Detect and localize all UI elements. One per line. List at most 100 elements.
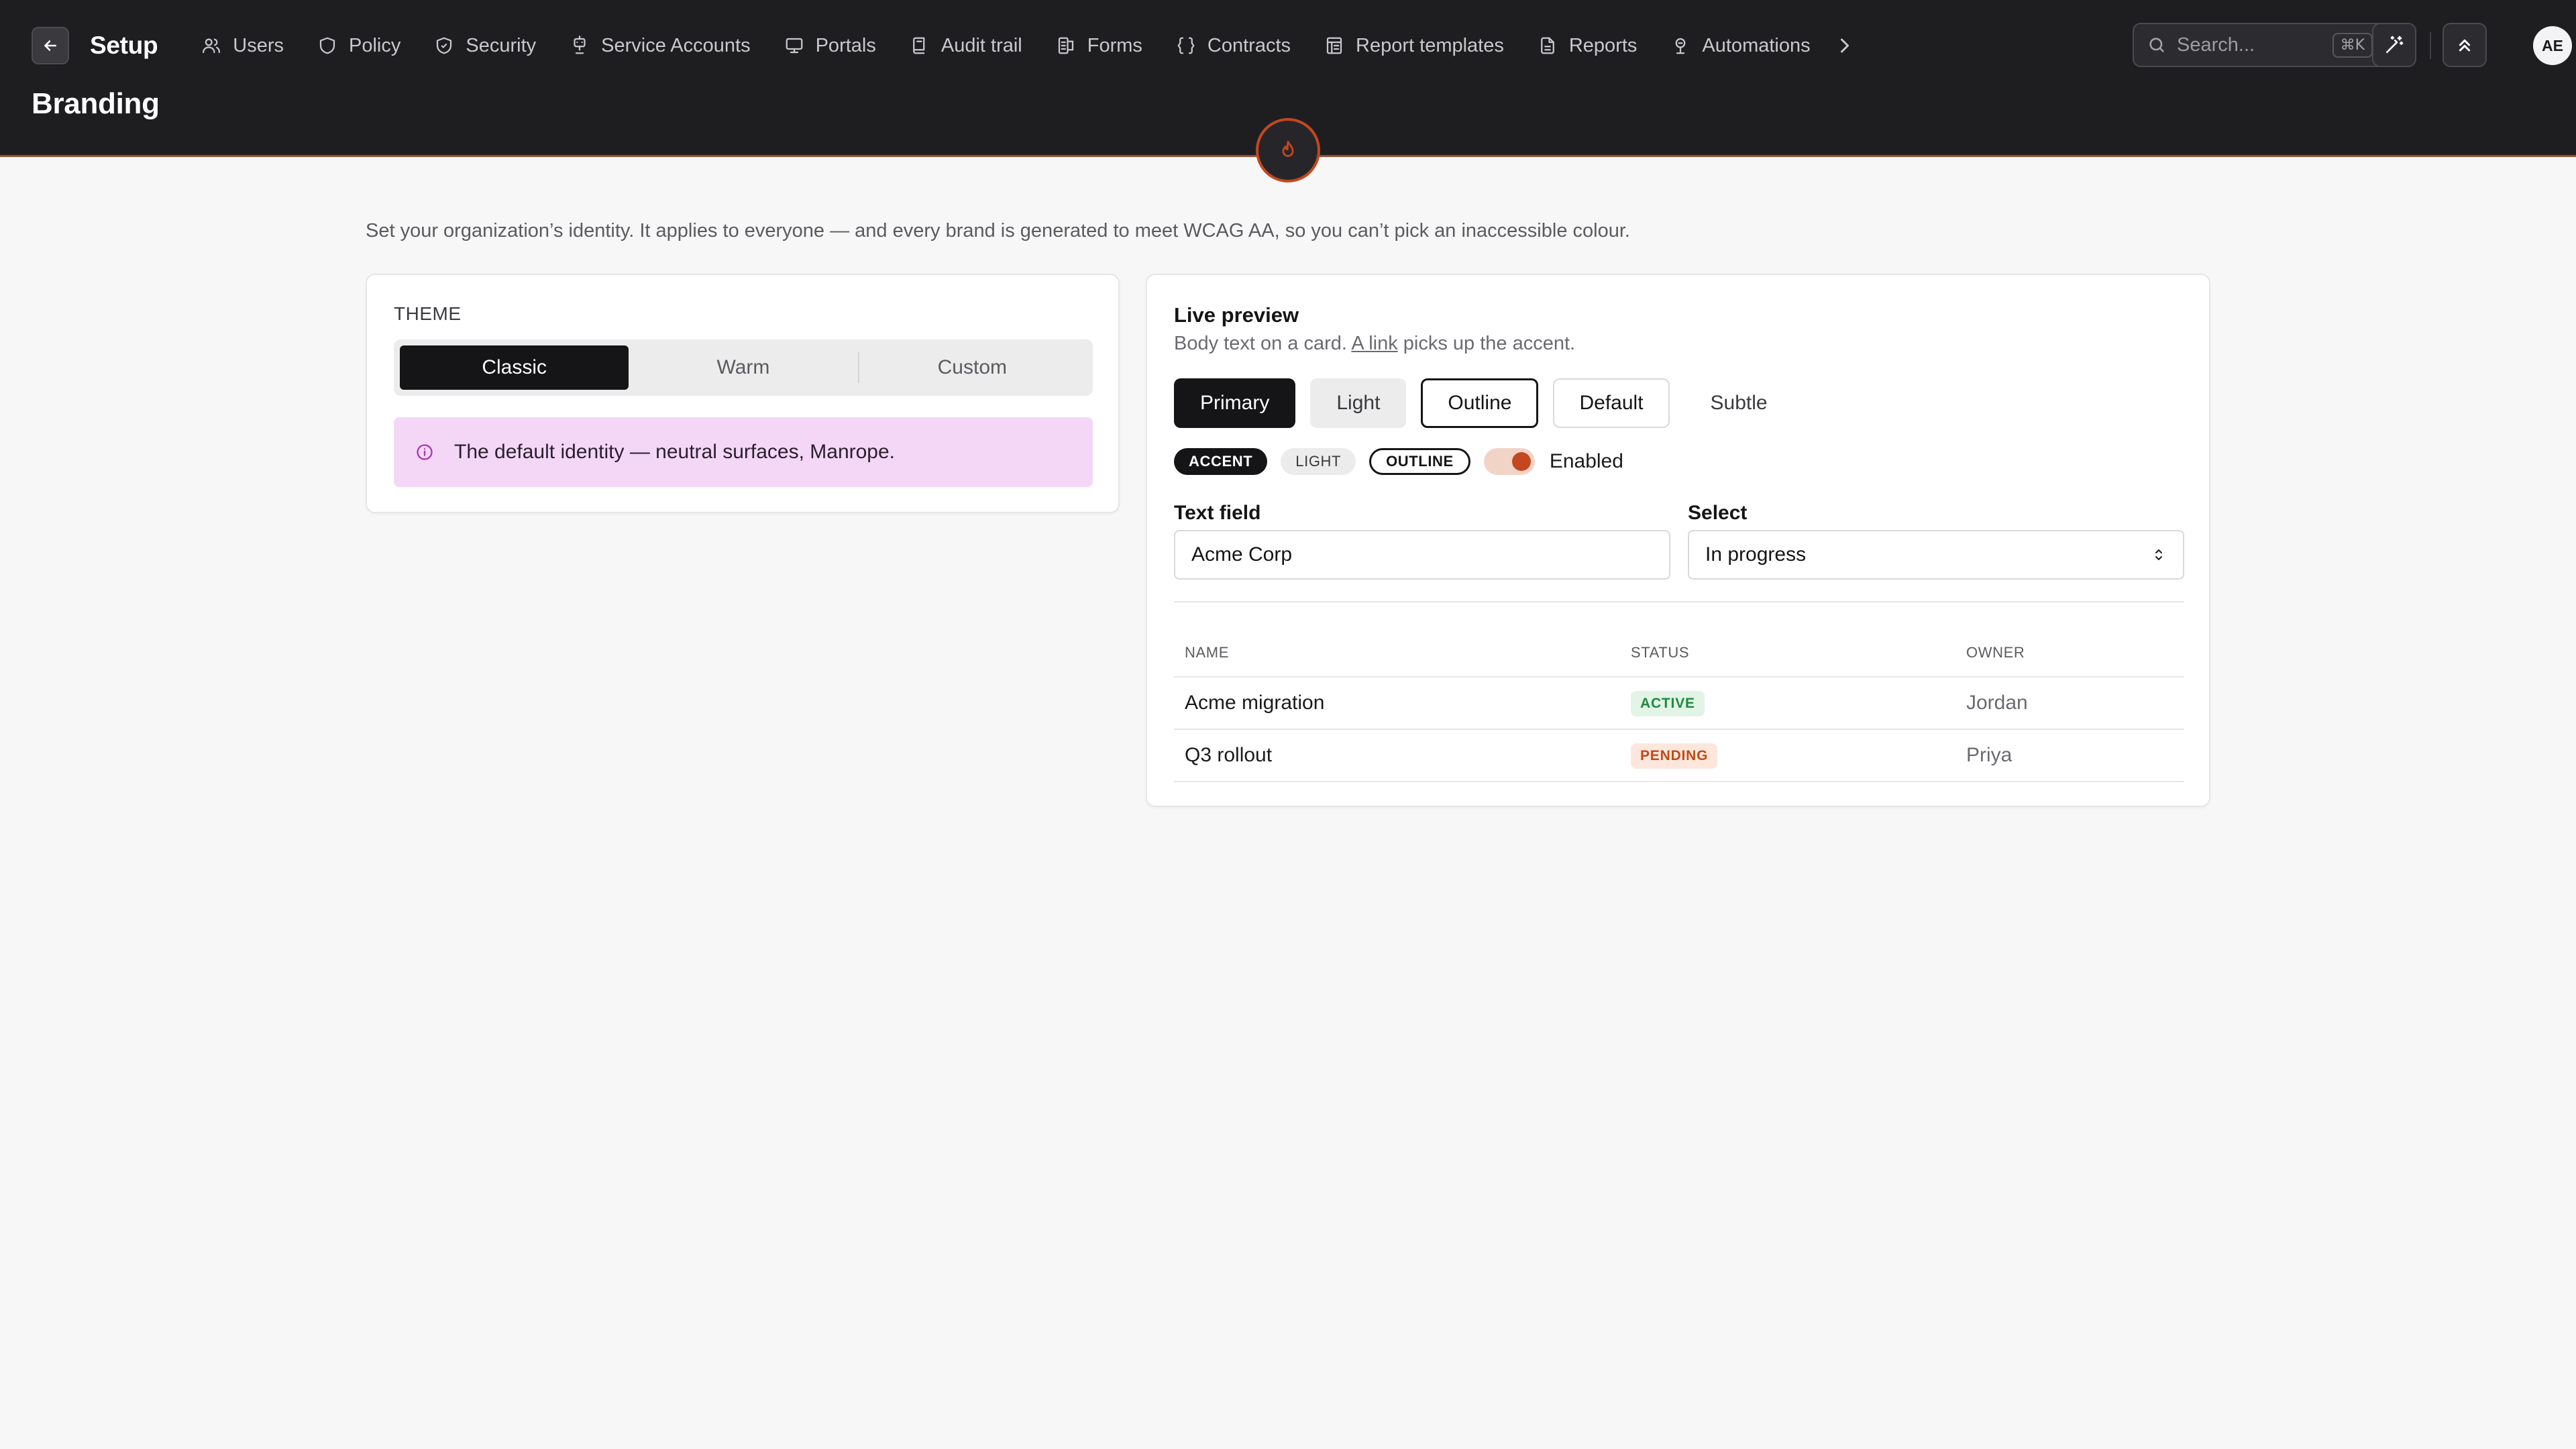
nav-item-policy[interactable]: Policy (301, 23, 417, 68)
select-value: In progress (1705, 543, 1807, 566)
row-status-cell: PENDING (1620, 743, 1955, 769)
preview-title: Live preview (1174, 303, 1299, 327)
theme-label: THEME (394, 303, 462, 324)
brand-mark[interactable] (1256, 118, 1320, 182)
security-shield-icon (437, 37, 452, 54)
nav-item-security[interactable]: Security (417, 23, 553, 68)
nav-item-label: Reports (1568, 34, 1638, 56)
page-title: Branding (32, 87, 160, 120)
magic-wand-button[interactable] (2372, 23, 2416, 67)
nav-item-reports[interactable]: Reports (1521, 23, 1654, 68)
theme-description: The default identity — neutral surfaces,… (394, 417, 1093, 487)
table-row[interactable]: Acme migration ACTIVE Jordan (1174, 678, 2184, 730)
search-input[interactable]: Search... ⌘K (2133, 23, 2387, 67)
nav-item-contracts[interactable]: Contracts (1159, 23, 1307, 68)
nav-item-portals[interactable]: Portals (767, 23, 893, 68)
default-button[interactable]: Default (1553, 378, 1670, 428)
nav-item-label: Policy (349, 34, 401, 56)
primary-button[interactable]: Primary (1174, 378, 1296, 428)
preview-divider (1174, 601, 2184, 602)
search-placeholder: Search... (2177, 34, 2255, 56)
intro-text: Set your organization’s identity. It app… (366, 220, 1630, 241)
text-field-value: Acme Corp (1191, 543, 1293, 566)
magic-wand-icon (2386, 36, 2404, 53)
nav-item-label: Report templates (1356, 34, 1504, 56)
nav-item-label: Security (466, 34, 537, 56)
preview-table: NAME STATUS OWNER Acme migration ACTIVE … (1174, 629, 2184, 782)
toggle-knob (1511, 452, 1531, 471)
status-badge: PENDING (1631, 743, 1718, 769)
theme-option-classic[interactable]: Classic (400, 345, 629, 390)
preview-link[interactable]: A link (1351, 333, 1397, 354)
back-button[interactable] (32, 27, 69, 64)
text-field-label: Text field (1174, 502, 1261, 524)
nav-item-audit-trail[interactable]: Audit trail (893, 23, 1039, 68)
row-name: Acme migration (1185, 692, 1325, 714)
users-icon (203, 38, 221, 54)
top-header: Setup Users Policy Security Service Acco… (0, 0, 2576, 182)
live-preview-card: Live preview Body text on a card. A link… (1146, 274, 2210, 807)
chevron-right-icon[interactable] (1833, 34, 1857, 58)
subtle-button[interactable]: Subtle (1684, 378, 1794, 428)
theme-option-warm[interactable]: Warm (629, 345, 857, 390)
row-name: Q3 rollout (1185, 744, 1273, 766)
theme-card: THEME Classic Warm Custom The default id… (366, 274, 1120, 513)
service-accounts-icon (574, 36, 586, 54)
header-divider (2430, 32, 2431, 59)
outline-badge: OUTLINE (1369, 448, 1470, 475)
outline-button[interactable]: Outline (1421, 378, 1539, 428)
preview-body-end: picks up the accent. (1397, 333, 1576, 354)
braces-icon (1177, 37, 1195, 54)
info-icon (417, 444, 433, 460)
column-header-name[interactable]: NAME (1174, 644, 1620, 661)
nav-item-label: Audit trail (941, 34, 1022, 56)
nav-item-label: Users (233, 34, 284, 56)
nav-item-service-accounts[interactable]: Service Accounts (553, 23, 767, 68)
nav-item-automations[interactable]: Automations (1654, 23, 1827, 68)
preview-button-row: Primary Light Outline Default Subtle (1174, 378, 1809, 428)
report-template-icon (1326, 37, 1342, 54)
forms-icon (1058, 37, 1073, 54)
audit-icon (912, 37, 925, 54)
automations-icon (1676, 38, 1686, 54)
column-header-owner[interactable]: OWNER (1955, 644, 2184, 661)
accent-badge: ACCENT (1174, 448, 1268, 475)
policy-shield-icon (319, 37, 335, 54)
row-status-cell: ACTIVE (1620, 690, 1955, 716)
status-badge: ACTIVE (1631, 690, 1705, 716)
nav-row: Setup Users Policy Security Service Acco… (32, 23, 2572, 68)
nav-item-label: Contracts (1207, 34, 1291, 56)
enabled-toggle[interactable] (1483, 448, 1535, 475)
nav-item-label: Portals (815, 34, 876, 56)
nav-item-report-templates[interactable]: Report templates (1307, 23, 1521, 68)
theme-description-text: The default identity — neutral surfaces,… (454, 441, 896, 463)
search-icon (2149, 38, 2164, 52)
column-header-status[interactable]: STATUS (1620, 644, 1955, 661)
text-field-input[interactable]: Acme Corp (1174, 530, 1670, 580)
preview-body-text: Body text on a card. A link picks up the… (1174, 333, 1575, 355)
light-button[interactable]: Light (1310, 378, 1407, 428)
table-header: NAME STATUS OWNER (1174, 629, 2184, 678)
select-label: Select (1688, 502, 1748, 524)
preview-body-start: Body text on a card. (1174, 333, 1352, 354)
chevrons-up-down-icon (2155, 549, 2162, 560)
nav-item-forms[interactable]: Forms (1039, 23, 1159, 68)
theme-option-custom[interactable]: Custom (857, 345, 1087, 390)
chevrons-up-icon (2459, 39, 2471, 52)
monitor-icon (786, 38, 802, 54)
app-name: Setup (90, 32, 158, 59)
avatar[interactable]: AE (2533, 26, 2572, 65)
nav-items: Users Policy Security Service Accounts P… (184, 23, 1856, 68)
search-shortcut: ⌘K (2332, 32, 2373, 58)
row-owner: Jordan (1966, 692, 2028, 714)
nav-item-label: Service Accounts (601, 34, 751, 56)
flame-icon (1282, 140, 1294, 157)
collapse-header-button[interactable] (2443, 23, 2487, 67)
table-row[interactable]: Q3 rollout PENDING Priya (1174, 730, 2184, 782)
row-owner: Priya (1966, 744, 2012, 766)
arrow-left-icon (44, 40, 56, 51)
status-select[interactable]: In progress (1688, 530, 2184, 580)
theme-selector: Classic Warm Custom (394, 339, 1093, 396)
nav-item-label: Automations (1702, 34, 1811, 56)
nav-item-users[interactable]: Users (184, 23, 301, 68)
